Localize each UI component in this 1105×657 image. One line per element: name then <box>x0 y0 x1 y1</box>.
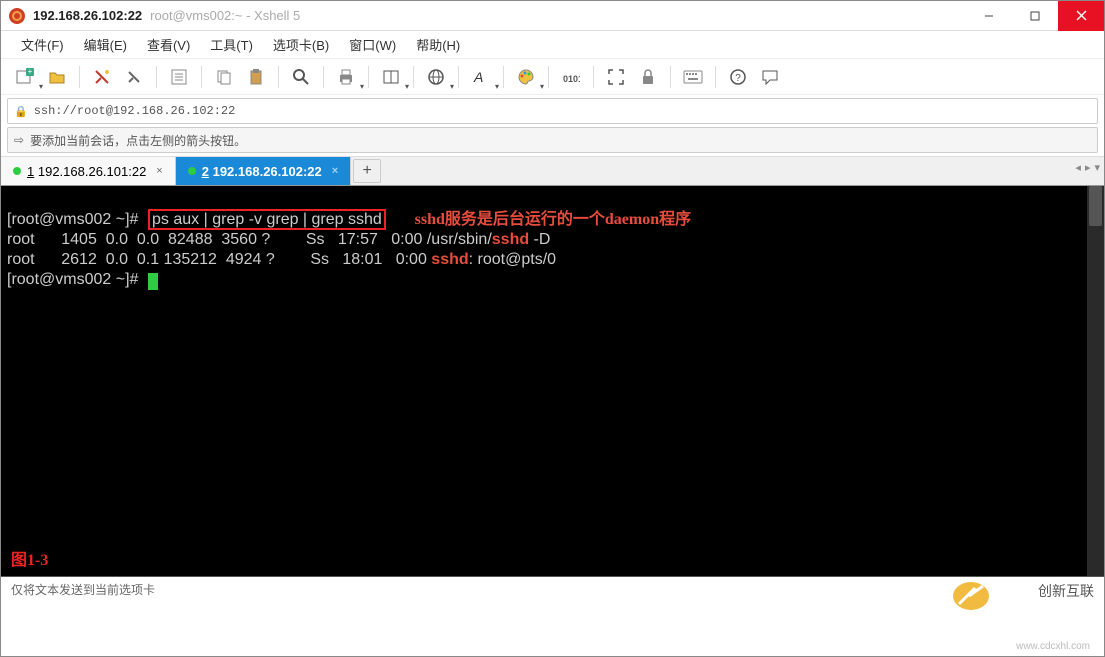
toolbar: +▾ ▾ ▾ ▾ A▾ ▾ 0101 ? <box>1 59 1104 95</box>
copy-icon[interactable] <box>210 63 238 91</box>
properties-icon[interactable] <box>165 63 193 91</box>
paste-icon[interactable] <box>242 63 270 91</box>
menubar: 文件(F) 编辑(E) 查看(V) 工具(T) 选项卡(B) 窗口(W) 帮助(… <box>1 31 1104 59</box>
brand-name: 创新互联 <box>1038 581 1094 601</box>
fullscreen-icon[interactable] <box>602 63 630 91</box>
help-icon[interactable]: ? <box>724 63 752 91</box>
match-highlight: sshd <box>431 251 468 268</box>
minimize-button[interactable] <box>966 1 1012 31</box>
arrow-icon[interactable]: ⇨ <box>14 133 24 147</box>
status-bar: 仅将文本发送到当前选项卡 创新互联 <box>1 577 1104 617</box>
cursor-icon <box>148 273 158 290</box>
menu-view[interactable]: 查看(V) <box>139 33 198 56</box>
layout-icon[interactable]: ▾ <box>377 63 405 91</box>
address-url: ssh://root@192.168.26.102:22 <box>34 104 236 118</box>
status-dot-connected-icon <box>188 167 196 175</box>
lock-icon[interactable] <box>634 63 662 91</box>
tab-strip: 1 192.168.26.101:22 × 2 192.168.26.102:2… <box>1 156 1104 186</box>
figure-label: 图1-3 <box>11 551 48 570</box>
hint-bar: ⇨ 要添加当前会话，点击左侧的箭头按钮。 <box>7 127 1098 153</box>
titlebar: 192.168.26.102:22 root@vms002:~ - Xshell… <box>1 1 1104 31</box>
output-row: root 1405 0.0 0.0 82488 3560 ? Ss 17:57 … <box>7 231 492 248</box>
svg-text:A: A <box>473 69 483 85</box>
close-button[interactable] <box>1058 1 1104 31</box>
color-scheme-icon[interactable]: ▾ <box>512 63 540 91</box>
session-tab-1[interactable]: 1 192.168.26.101:22 × <box>1 157 176 185</box>
maximize-button[interactable] <box>1012 1 1058 31</box>
svg-text:0101: 0101 <box>563 74 580 84</box>
reconnect-icon[interactable] <box>88 63 116 91</box>
tab1-label: 192.168.26.101:22 <box>38 164 146 179</box>
window-title: 192.168.26.102:22 <box>33 8 142 23</box>
brand-url: www.cdcxhl.com <box>1016 641 1090 652</box>
tab-menu-icon[interactable]: ▾ <box>1094 161 1100 174</box>
new-session-icon[interactable]: +▾ <box>11 63 39 91</box>
menu-tabs[interactable]: 选项卡(B) <box>265 33 337 56</box>
annotation-text: sshd服务是后台运行的一个daemon程序 <box>415 211 691 228</box>
tab-prev-icon[interactable]: ◂ <box>1075 161 1081 174</box>
highlighted-command: ps aux | grep -v grep | grep sshd <box>148 209 386 230</box>
output-row: root 2612 0.0 0.1 135212 4924 ? Ss 18:01… <box>7 251 431 268</box>
find-icon[interactable] <box>287 63 315 91</box>
open-session-icon[interactable] <box>43 63 71 91</box>
terminal-output[interactable]: [root@vms002 ~]# ps aux | grep -v grep |… <box>1 186 1104 577</box>
print-icon[interactable]: ▾ <box>332 63 360 91</box>
menu-tools[interactable]: 工具(T) <box>202 33 261 56</box>
address-bar[interactable]: 🔒 ssh://root@192.168.26.102:22 <box>7 98 1098 124</box>
scrollbar-thumb[interactable] <box>1089 186 1102 226</box>
prompt: [root@vms002 ~]# <box>7 211 138 228</box>
terminal-scrollbar[interactable] <box>1087 186 1104 576</box>
tab-close-icon[interactable]: × <box>332 165 338 177</box>
status-text: 仅将文本发送到当前选项卡 <box>11 581 155 598</box>
session-tab-2-active[interactable]: 2 192.168.26.102:22 × <box>176 157 351 185</box>
menu-file[interactable]: 文件(F) <box>13 33 72 56</box>
status-dot-connected-icon <box>13 167 21 175</box>
script-icon[interactable]: 0101 <box>557 63 585 91</box>
feedback-icon[interactable] <box>756 63 784 91</box>
protocol-lock-icon: 🔒 <box>14 105 28 118</box>
window-subtitle: root@vms002:~ - Xshell 5 <box>150 8 300 23</box>
menu-edit[interactable]: 编辑(E) <box>76 33 135 56</box>
font-icon[interactable]: A▾ <box>467 63 495 91</box>
svg-text:+: + <box>28 68 33 76</box>
app-icon <box>9 8 25 24</box>
encoding-icon[interactable]: ▾ <box>422 63 450 91</box>
watermark-logo-icon <box>928 577 1014 615</box>
menu-help[interactable]: 帮助(H) <box>408 33 468 56</box>
match-highlight: sshd <box>492 231 529 248</box>
add-tab-button[interactable]: + <box>353 159 381 183</box>
tab2-label: 192.168.26.102:22 <box>213 164 322 179</box>
tab-nav: ◂ ▸ ▾ <box>1075 161 1100 174</box>
keyboard-icon[interactable] <box>679 63 707 91</box>
prompt: [root@vms002 ~]# <box>7 271 138 288</box>
tab-next-icon[interactable]: ▸ <box>1085 161 1091 174</box>
hint-text: 要添加当前会话，点击左侧的箭头按钮。 <box>30 132 246 149</box>
menu-window[interactable]: 窗口(W) <box>341 33 404 56</box>
svg-text:?: ? <box>735 73 741 84</box>
disconnect-icon[interactable] <box>120 63 148 91</box>
tab-close-icon[interactable]: × <box>156 165 162 177</box>
